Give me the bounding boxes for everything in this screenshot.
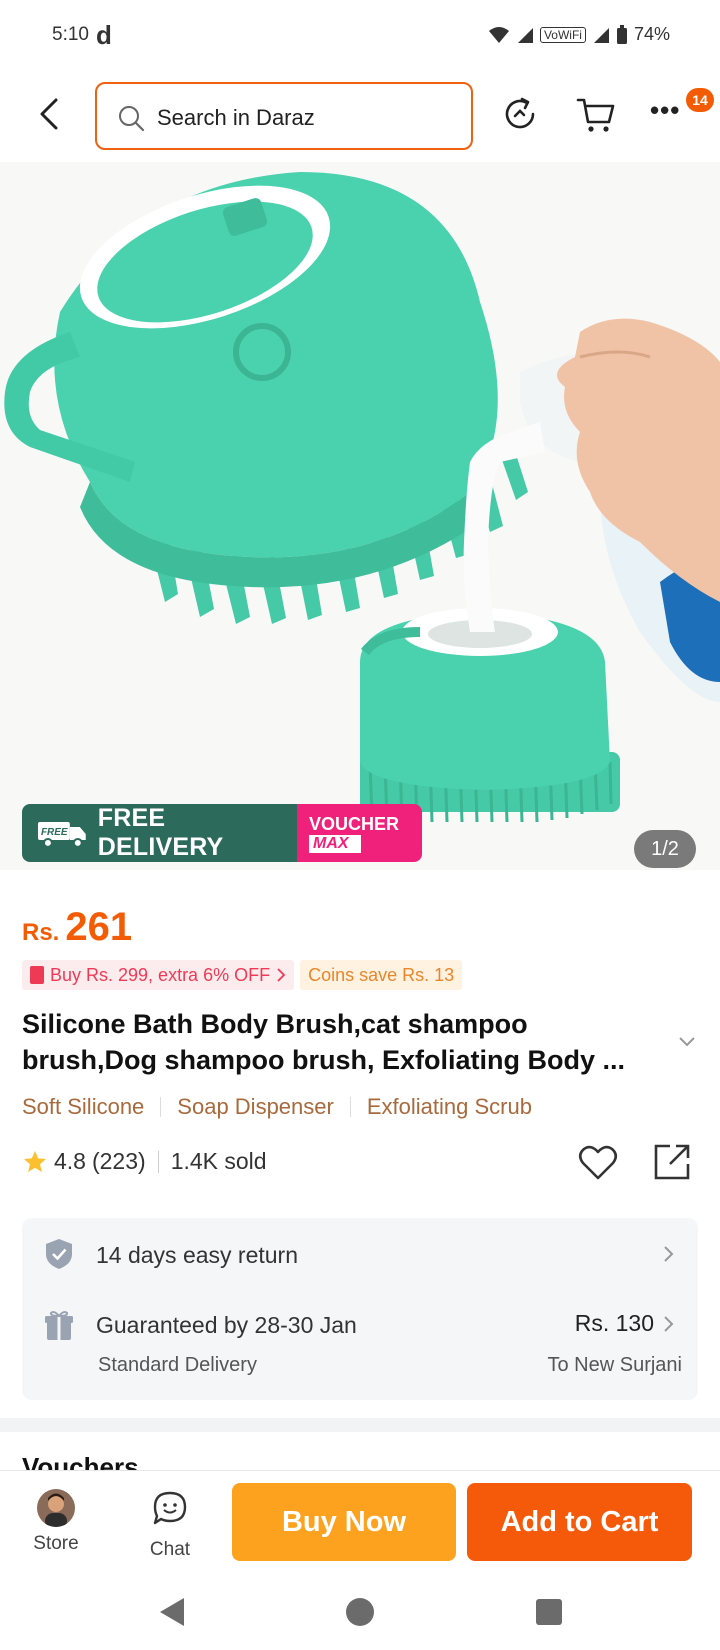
- chevron-right-icon: [664, 1246, 674, 1262]
- chat-icon: [153, 1491, 187, 1525]
- nav-back-icon[interactable]: [158, 1596, 186, 1628]
- shield-check-icon: [46, 1239, 72, 1269]
- nav-home-icon[interactable]: [346, 1598, 374, 1626]
- nav-recents-icon[interactable]: [536, 1599, 562, 1625]
- rating-row[interactable]: 4.8 (223) 1.4K sold: [22, 1148, 267, 1175]
- chevron-right-icon: [277, 968, 286, 982]
- service-card: 14 days easy return Guaranteed by 28-30 …: [22, 1218, 698, 1400]
- feature-tag-2: Soap Dispenser: [177, 1094, 334, 1119]
- rating-value: 4.8: [54, 1148, 86, 1174]
- status-bar: 5:10 d VoWiFi 74%: [0, 0, 720, 72]
- feature-tag-3: Exfoliating Scrub: [366, 1094, 532, 1119]
- delivery-fee: Rs. 130: [574, 1310, 654, 1336]
- more-icon[interactable]: •••: [650, 97, 690, 130]
- review-count: (223): [91, 1148, 146, 1174]
- voucher-max-badge: VOUCHER MAX: [297, 804, 422, 862]
- delivery-guarantee-label: Guaranteed by 28-30 Jan: [96, 1312, 357, 1338]
- coins-tag[interactable]: Coins save Rs. 13: [300, 960, 463, 990]
- back-icon[interactable]: [30, 94, 70, 134]
- product-price: Rs. 261: [22, 905, 132, 950]
- search-input[interactable]: Search in Daraz: [95, 82, 473, 150]
- free-delivery-badge: FREE FREE DELIVERY: [22, 804, 297, 862]
- product-title-line-1: Silicone Bath Body Brush,cat shampoo: [22, 1009, 528, 1039]
- voucher-max-label: MAX: [309, 834, 361, 853]
- heart-icon[interactable]: [578, 1144, 618, 1182]
- vowifi-badge: VoWiFi: [539, 26, 586, 43]
- promo-banner: FREE FREE DELIVERY VOUCHER MAX: [22, 804, 422, 862]
- product-title[interactable]: Silicone Bath Body Brush,cat shampoo bru…: [22, 1006, 662, 1078]
- chat-label: Chat: [149, 1539, 191, 1560]
- status-icons: VoWiFi 74%: [488, 24, 670, 45]
- return-policy-label: 14 days easy return: [96, 1242, 299, 1268]
- delivery-row[interactable]: Guaranteed by 28-30 Jan Rs. 130 Standard…: [22, 1298, 698, 1398]
- voucher-icon: [30, 966, 44, 984]
- gift-icon: [45, 1311, 73, 1340]
- search-icon: [119, 106, 145, 132]
- store-avatar: [37, 1489, 75, 1527]
- product-image: [0, 162, 720, 870]
- chat-button[interactable]: Chat: [130, 1489, 210, 1561]
- delivery-type-label: Standard Delivery: [98, 1354, 257, 1376]
- share-icon[interactable]: [652, 1142, 692, 1182]
- feature-tag-1: Soft Silicone: [22, 1094, 145, 1119]
- free-delivery-label: FREE DELIVERY: [97, 804, 224, 861]
- product-title-line-2: brush,Dog shampoo brush, Exfoliating Bod…: [22, 1045, 626, 1075]
- truck-icon: FREE: [37, 822, 86, 848]
- store-label: Store: [33, 1533, 79, 1554]
- status-time: 5:10: [52, 24, 89, 45]
- more-badge: 14: [686, 88, 714, 112]
- image-page-indicator: 1/2: [634, 830, 696, 868]
- promo-tags: Buy Rs. 299, extra 6% OFF Coins save Rs.…: [22, 960, 463, 990]
- wifi-icon: [488, 26, 509, 43]
- store-button[interactable]: Store: [16, 1489, 96, 1555]
- price-currency: Rs.: [22, 919, 60, 946]
- return-policy-row[interactable]: 14 days easy return: [22, 1218, 698, 1288]
- bottom-action-bar: Store Chat Buy Now Add to Cart: [0, 1470, 720, 1580]
- top-header: Search in Daraz ••• 14: [0, 80, 720, 152]
- free-small-label: FREE: [41, 827, 68, 838]
- feature-divider: [349, 1097, 351, 1117]
- next-section-title: Vouchers: [22, 1452, 139, 1470]
- status-app-indicator: d: [96, 20, 112, 50]
- delivery-destination: To New Surjani: [547, 1354, 682, 1376]
- buy-now-button[interactable]: Buy Now: [232, 1483, 456, 1561]
- add-to-cart-button[interactable]: Add to Cart: [467, 1483, 692, 1561]
- star-icon: [24, 1150, 46, 1172]
- price-value: 261: [65, 905, 133, 949]
- history-icon[interactable]: [500, 94, 540, 134]
- bundle-discount-tag[interactable]: Buy Rs. 299, extra 6% OFF: [22, 960, 295, 990]
- rating-divider: [157, 1150, 159, 1173]
- signal-icon: [517, 27, 533, 43]
- voucher-label: VOUCHER: [309, 813, 400, 834]
- search-placeholder: Search in Daraz: [157, 105, 315, 130]
- sold-count: 1.4K sold: [170, 1148, 267, 1174]
- signal-icon-2: [593, 27, 609, 43]
- cart-icon[interactable]: [575, 94, 617, 134]
- feature-divider: [160, 1097, 162, 1117]
- system-nav-bar: [0, 1580, 720, 1650]
- bundle-discount-label: Buy Rs. 299, extra 6% OFF: [50, 965, 271, 985]
- product-image-carousel[interactable]: [0, 162, 720, 870]
- chevron-down-icon[interactable]: [676, 1030, 698, 1052]
- feature-tags: Soft Silicone Soap Dispenser Exfoliating…: [22, 1094, 532, 1120]
- battery-percent: 74%: [633, 24, 670, 44]
- battery-icon: [616, 24, 627, 44]
- section-divider: [0, 1418, 720, 1432]
- chevron-right-icon: [664, 1316, 674, 1332]
